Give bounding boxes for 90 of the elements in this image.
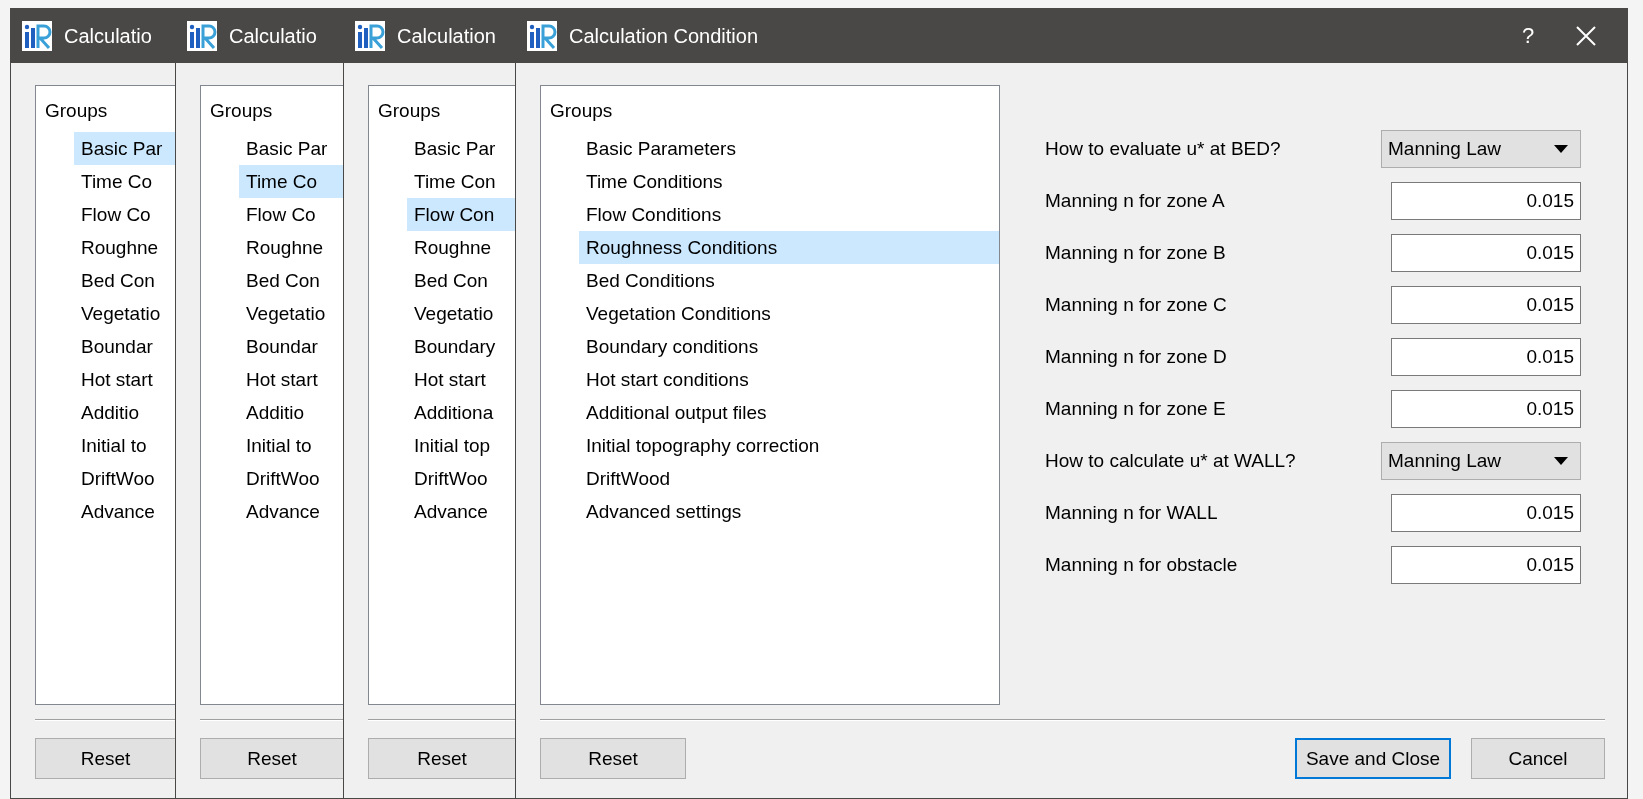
tree-item[interactable]: Basic Par (239, 132, 343, 165)
tree-header: Groups (209, 99, 274, 123)
tree-item[interactable]: Bed Con (74, 264, 175, 297)
field-label: Manning n for zone A (1045, 190, 1225, 212)
tree-item[interactable]: Boundary conditions (579, 330, 999, 363)
dialog-button[interactable]: Cancel (1471, 738, 1605, 779)
logo-icon (354, 20, 386, 52)
dialog-button[interactable]: Reset (540, 738, 686, 779)
tree-item[interactable]: Additio (239, 396, 343, 429)
field-label: Manning n for zone B (1045, 242, 1226, 264)
tree-header: Groups (44, 99, 109, 123)
logo-icon (526, 20, 558, 52)
field-label: Manning n for zone E (1045, 398, 1226, 420)
tree-item[interactable]: Hot start (239, 363, 343, 396)
tree-item[interactable]: DriftWoo (239, 462, 343, 495)
tree-item[interactable]: Vegetatio (74, 297, 175, 330)
tree-item[interactable]: Time Co (239, 165, 343, 198)
dropdown[interactable]: Manning Law (1381, 442, 1581, 480)
tree-header: Groups (377, 99, 442, 123)
field-label: Manning n for zone D (1045, 346, 1227, 368)
tree-item[interactable]: Initial topography correction (579, 429, 999, 462)
tree-item[interactable]: Roughness Conditions (579, 231, 999, 264)
logo-icon (186, 20, 218, 52)
tree-item[interactable]: Bed Con (407, 264, 515, 297)
tree-item[interactable]: Additiona (407, 396, 515, 429)
tree-item[interactable]: DriftWoo (407, 462, 515, 495)
dropdown-value: Manning Law (1388, 138, 1502, 160)
tree-item[interactable]: Advance (239, 495, 343, 528)
window-title: Calculation (397, 24, 496, 48)
help-button[interactable]: ? (1499, 13, 1557, 59)
tree-item[interactable]: DriftWoo (74, 462, 175, 495)
number-field[interactable]: 0.015 (1391, 182, 1581, 220)
number-field[interactable]: 0.015 (1391, 338, 1581, 376)
tree-item[interactable]: Flow Co (74, 198, 175, 231)
tree-item[interactable]: Roughne (407, 231, 515, 264)
tree-item[interactable]: Time Co (74, 165, 175, 198)
tree-item[interactable]: Boundar (74, 330, 175, 363)
tree-item[interactable]: Additional output files (579, 396, 999, 429)
field-label: Manning n for obstacle (1045, 554, 1238, 576)
tree-item[interactable]: Advanced settings (579, 495, 999, 528)
close-icon (1575, 25, 1597, 47)
tree-item[interactable]: Vegetation Conditions (579, 297, 999, 330)
tree-item[interactable]: Hot start (407, 363, 515, 396)
number-field[interactable]: 0.015 (1391, 286, 1581, 324)
caret-icon (1554, 145, 1568, 153)
field-label: How to evaluate u* at BED? (1045, 138, 1281, 160)
tree-item[interactable]: DriftWood (579, 462, 999, 495)
dialog-button[interactable]: Reset (35, 738, 175, 779)
tree-item[interactable]: Vegetatio (407, 297, 515, 330)
number-field[interactable]: 0.015 (1391, 390, 1581, 428)
number-field[interactable]: 0.015 (1391, 546, 1581, 584)
dialog-button[interactable]: Reset (200, 738, 343, 779)
number-field[interactable]: 0.015 (1391, 234, 1581, 272)
dropdown[interactable]: Manning Law (1381, 130, 1581, 168)
tree-header: Groups (549, 99, 614, 123)
tree-item[interactable]: Boundar (239, 330, 343, 363)
tree-item[interactable]: Basic Par (407, 132, 515, 165)
dropdown-value: Manning Law (1388, 450, 1502, 472)
window-title: Calculatio (229, 24, 317, 48)
tree-item[interactable]: Roughne (239, 231, 343, 264)
tree-item[interactable]: Advance (407, 495, 515, 528)
logo-icon (21, 20, 53, 52)
tree-item[interactable]: Flow Con (407, 198, 515, 231)
tree-item[interactable]: Time Conditions (579, 165, 999, 198)
field-label: Manning n for zone C (1045, 294, 1227, 316)
tree-item[interactable]: Flow Co (239, 198, 343, 231)
tree-item[interactable]: Hot start (74, 363, 175, 396)
tree-item[interactable]: Bed Con (239, 264, 343, 297)
tree-item[interactable]: Basic Par (74, 132, 175, 165)
tree-item[interactable]: Hot start conditions (579, 363, 999, 396)
field-label: How to calculate u* at WALL? (1045, 450, 1296, 472)
tree-item[interactable]: Bed Conditions (579, 264, 999, 297)
tree-item[interactable]: Additio (74, 396, 175, 429)
tree-item[interactable]: Advance (74, 495, 175, 528)
tree-item[interactable]: Initial to (239, 429, 343, 462)
tree-item[interactable]: Time Con (407, 165, 515, 198)
tree-item[interactable]: Boundary (407, 330, 515, 363)
tree-item[interactable]: Initial top (407, 429, 515, 462)
window-title: Calculation Condition (569, 24, 758, 48)
tree-item[interactable]: Basic Parameters (579, 132, 999, 165)
caret-icon (1554, 457, 1568, 465)
dialog-button[interactable]: Save and Close (1295, 738, 1451, 779)
tree-item[interactable]: Vegetatio (239, 297, 343, 330)
window-title: Calculatio (64, 24, 152, 48)
number-field[interactable]: 0.015 (1391, 494, 1581, 532)
dialog-button[interactable]: Reset (368, 738, 515, 779)
tree-item[interactable]: Initial to (74, 429, 175, 462)
tree-item[interactable]: Flow Conditions (579, 198, 999, 231)
tree-item[interactable]: Roughne (74, 231, 175, 264)
field-label: Manning n for WALL (1045, 502, 1218, 524)
